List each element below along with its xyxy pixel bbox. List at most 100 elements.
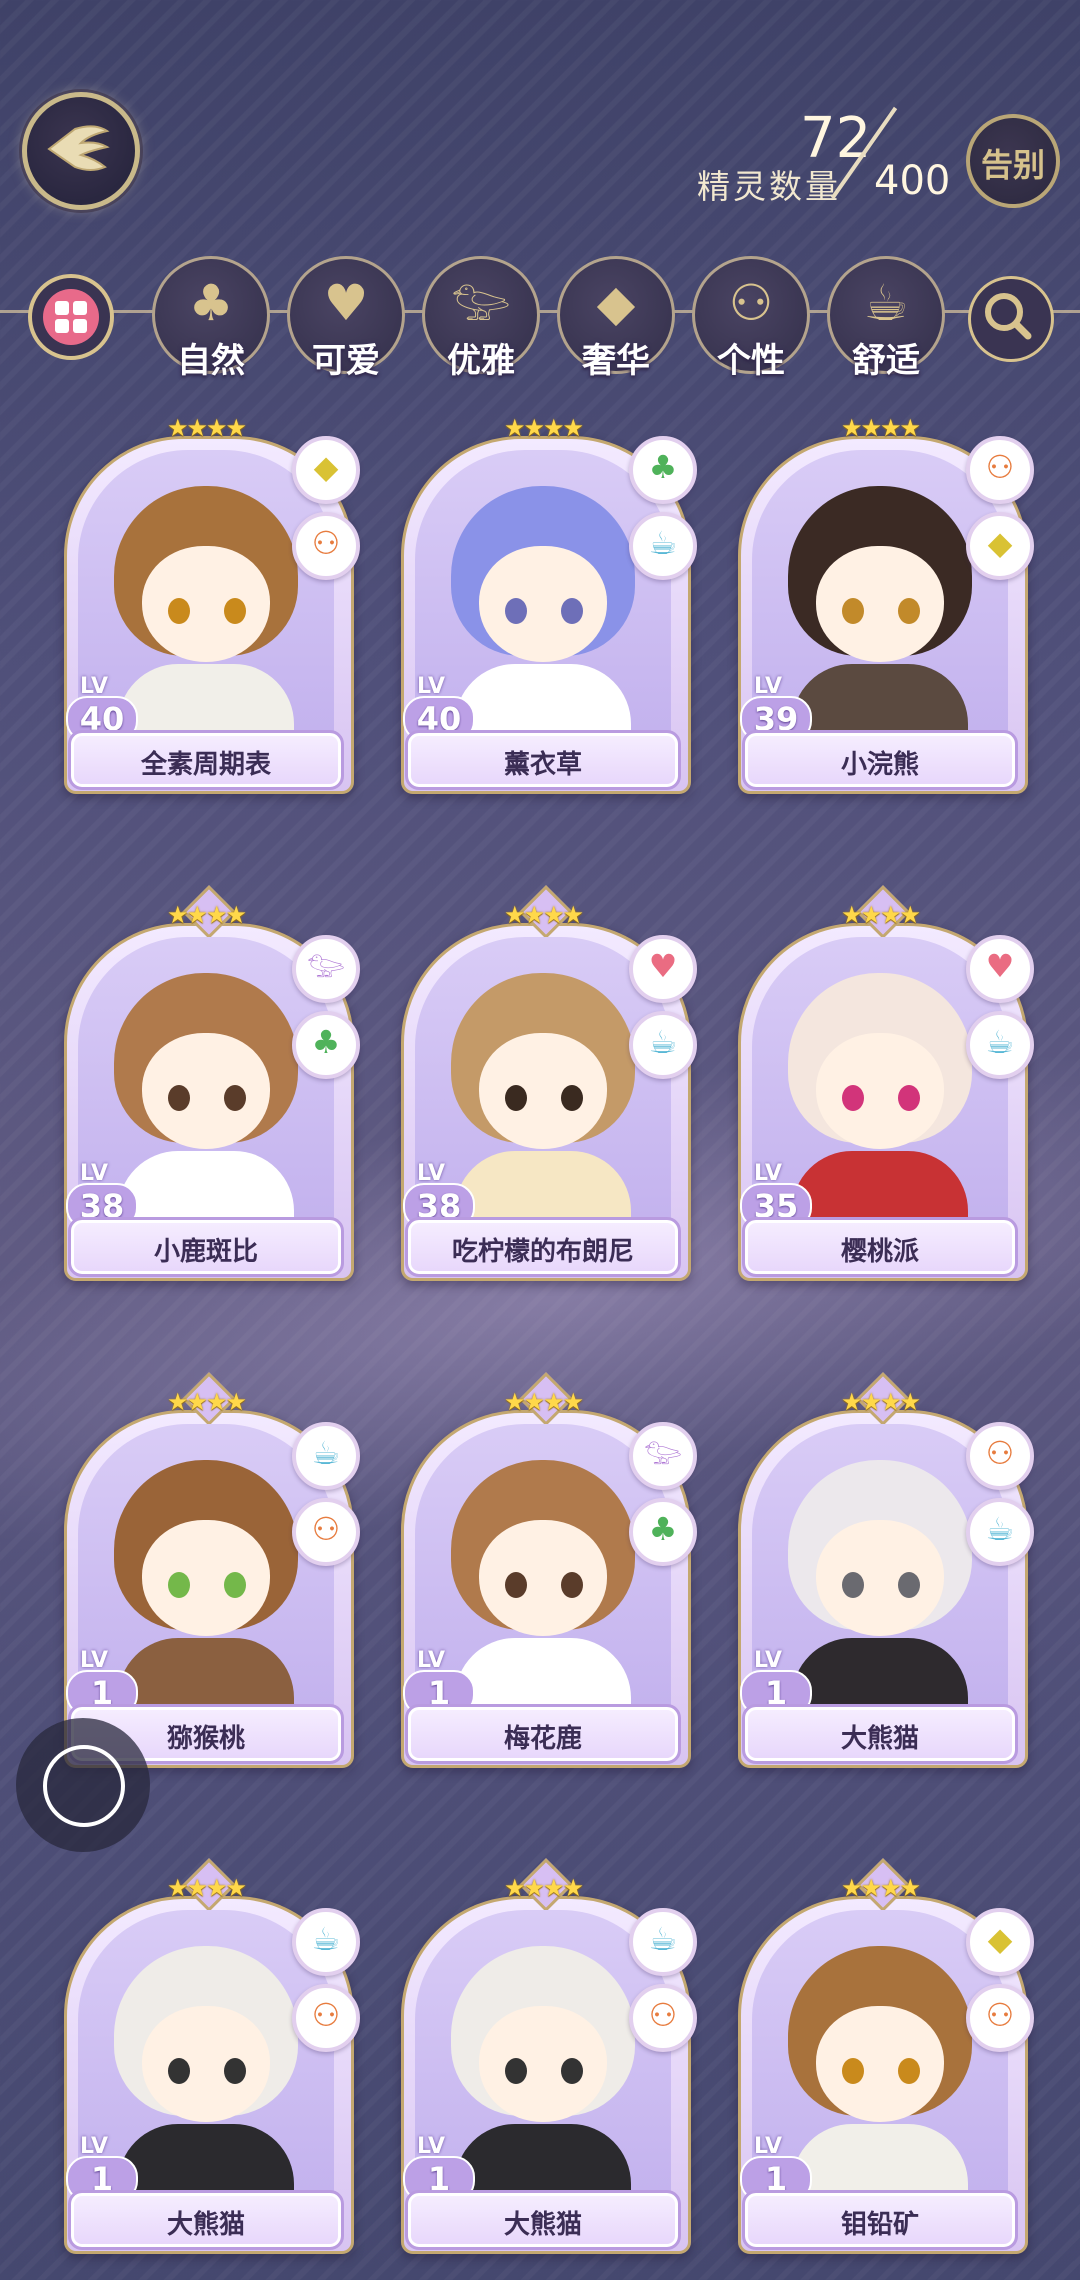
character-outfit <box>455 1151 631 1227</box>
name-plate: 钼铅矿 <box>742 2190 1018 2250</box>
trait-badge-teacup: ☕ <box>966 1498 1034 1566</box>
character-face <box>142 1033 270 1149</box>
category-teacup-button[interactable]: ☕ 舒适 <box>827 256 945 381</box>
character-outfit <box>455 2124 631 2200</box>
character-eye-left <box>168 598 190 624</box>
glasses-icon: ⚇ <box>728 274 774 332</box>
character-eye-left <box>842 598 864 624</box>
farewell-label: 告别 <box>980 146 1045 184</box>
spirit-card[interactable]: ★★★★ ◆ ⚇ LV 1 钼铅矿 <box>738 1858 1034 2254</box>
category-label: 自然 <box>177 341 245 381</box>
spirit-card[interactable]: ★★★★ ♥ ☕ LV 38 吃柠檬的布朗尼 <box>401 885 697 1281</box>
character-face <box>816 1520 944 1636</box>
category-label: 可爱 <box>312 341 380 381</box>
spirit-name: 大熊猫 <box>840 1724 919 1754</box>
glasses-icon: ⚇ <box>985 1434 1015 1472</box>
trait-badge-glasses: ⚇ <box>292 1498 360 1566</box>
spirit-card[interactable]: ★★★★ ⚇ ☕ LV 1 大熊猫 <box>738 1372 1034 1768</box>
spirit-card[interactable]: ★★★★ 𓅰 ♣ LV 1 梅花鹿 <box>401 1372 697 1768</box>
spirit-name: 吃柠檬的布朗尼 <box>451 1237 634 1267</box>
clover-icon: ♣ <box>648 1510 678 1548</box>
character-eye-right <box>561 1572 583 1598</box>
spirit-card[interactable]: ★★★★ ♣ ☕ LV 40 薰衣草 <box>401 406 697 794</box>
clover-icon: ♣ <box>188 274 234 332</box>
spirit-card[interactable]: ★★★★ ◆ ⚇ LV 40 全素周期表 <box>64 406 360 794</box>
trait-badge-diamond: ◆ <box>966 1908 1034 1976</box>
category-heart-button[interactable]: ♥ 可爱 <box>287 256 405 381</box>
spirit-name: 梅花鹿 <box>503 1724 582 1754</box>
character-eye-right <box>898 1572 920 1598</box>
character-eye-left <box>842 1572 864 1598</box>
trait-badge-clover: ♣ <box>629 436 697 504</box>
character-eye-right <box>224 598 246 624</box>
character-eye-right <box>224 1572 246 1598</box>
teacup-icon: ☕ <box>311 1920 341 1958</box>
character-outfit <box>792 1151 968 1227</box>
category-glasses-button[interactable]: ⚇ 个性 <box>692 256 810 381</box>
search-button[interactable] <box>968 276 1054 362</box>
grid-icon <box>43 289 99 345</box>
spirit-name: 大熊猫 <box>166 2210 245 2240</box>
rarity-stars: ★★★★ <box>840 1874 921 1902</box>
farewell-button[interactable]: 告别 <box>966 114 1060 208</box>
spirit-card[interactable]: ★★★★ ☕ ⚇ LV 1 猕猴桃 <box>64 1372 360 1768</box>
character-eye-left <box>505 1085 527 1111</box>
trait-badge-glasses: ⚇ <box>629 1984 697 2052</box>
trait-badge-glasses: ⚇ <box>292 512 360 580</box>
spirit-name: 樱桃派 <box>840 1237 919 1267</box>
trait-badge-glasses: ⚇ <box>966 436 1034 504</box>
spirit-name: 大熊猫 <box>503 2210 582 2240</box>
spirit-name: 小鹿斑比 <box>153 1237 258 1267</box>
character-eye-right <box>561 1085 583 1111</box>
category-swan-button[interactable]: 𓅰 优雅 <box>422 256 540 381</box>
name-plate: 大熊猫 <box>68 2190 344 2250</box>
category-diamond-button[interactable]: ◆ 奢华 <box>557 256 675 381</box>
character-face <box>479 2006 607 2122</box>
rarity-stars: ★★★★ <box>503 1874 584 1902</box>
back-button[interactable] <box>22 92 140 210</box>
spirit-card[interactable]: ★★★★ ☕ ⚇ LV 1 大熊猫 <box>401 1858 697 2254</box>
character-face <box>479 1033 607 1149</box>
character-outfit <box>118 1151 294 1227</box>
spirit-card[interactable]: ★★★★ ⚇ ◆ LV 39 小浣熊 <box>738 406 1034 794</box>
trait-badge-heart: ♥ <box>966 935 1034 1003</box>
teacup-icon: ☕ <box>985 1023 1015 1061</box>
clover-icon: ♣ <box>311 1023 341 1061</box>
rarity-stars: ★★★★ <box>503 901 584 929</box>
back-wing-icon <box>47 125 110 171</box>
teacup-icon: ☕ <box>648 524 678 562</box>
filter-all-button[interactable] <box>28 274 114 360</box>
glasses-icon: ⚇ <box>311 524 341 562</box>
character-face <box>816 2006 944 2122</box>
trait-badge-glasses: ⚇ <box>292 1984 360 2052</box>
character-face <box>142 546 270 662</box>
diamond-icon: ◆ <box>987 524 1013 562</box>
category-label: 个性 <box>717 341 785 381</box>
spirit-count-max: 400 <box>874 158 951 204</box>
name-plate: 梅花鹿 <box>405 1704 681 1764</box>
trait-badge-glasses: ⚇ <box>966 1984 1034 2052</box>
category-clover-button[interactable]: ♣ 自然 <box>152 256 270 381</box>
character-outfit <box>118 664 294 740</box>
trait-badge-swan: 𓅰 <box>292 935 360 1003</box>
character-eye-left <box>505 598 527 624</box>
character-outfit <box>792 1638 968 1714</box>
spirit-name: 全素周期表 <box>140 750 271 780</box>
swan-icon: 𓅰 <box>306 947 346 985</box>
trait-badge-glasses: ⚇ <box>966 1422 1034 1490</box>
swan-icon: 𓅰 <box>643 1434 683 1472</box>
trait-badge-swan: 𓅰 <box>629 1422 697 1490</box>
spirit-card[interactable]: ★★★★ ♥ ☕ LV 35 樱桃派 <box>738 885 1034 1281</box>
category-label: 舒适 <box>852 341 920 381</box>
name-plate: 大熊猫 <box>405 2190 681 2250</box>
glasses-icon: ⚇ <box>985 1996 1015 2034</box>
floating-assist-button[interactable] <box>16 1718 150 1852</box>
category-label: 奢华 <box>582 341 650 381</box>
teacup-icon: ☕ <box>311 1434 341 1472</box>
spirit-card[interactable]: ★★★★ 𓅰 ♣ LV 38 小鹿斑比 <box>64 885 360 1281</box>
spirit-card[interactable]: ★★★★ ☕ ⚇ LV 1 大熊猫 <box>64 1858 360 2254</box>
trait-badge-teacup: ☕ <box>292 1422 360 1490</box>
name-plate: 吃柠檬的布朗尼 <box>405 1217 681 1277</box>
glasses-icon: ⚇ <box>311 1510 341 1548</box>
diamond-icon: ◆ <box>987 1920 1013 1958</box>
